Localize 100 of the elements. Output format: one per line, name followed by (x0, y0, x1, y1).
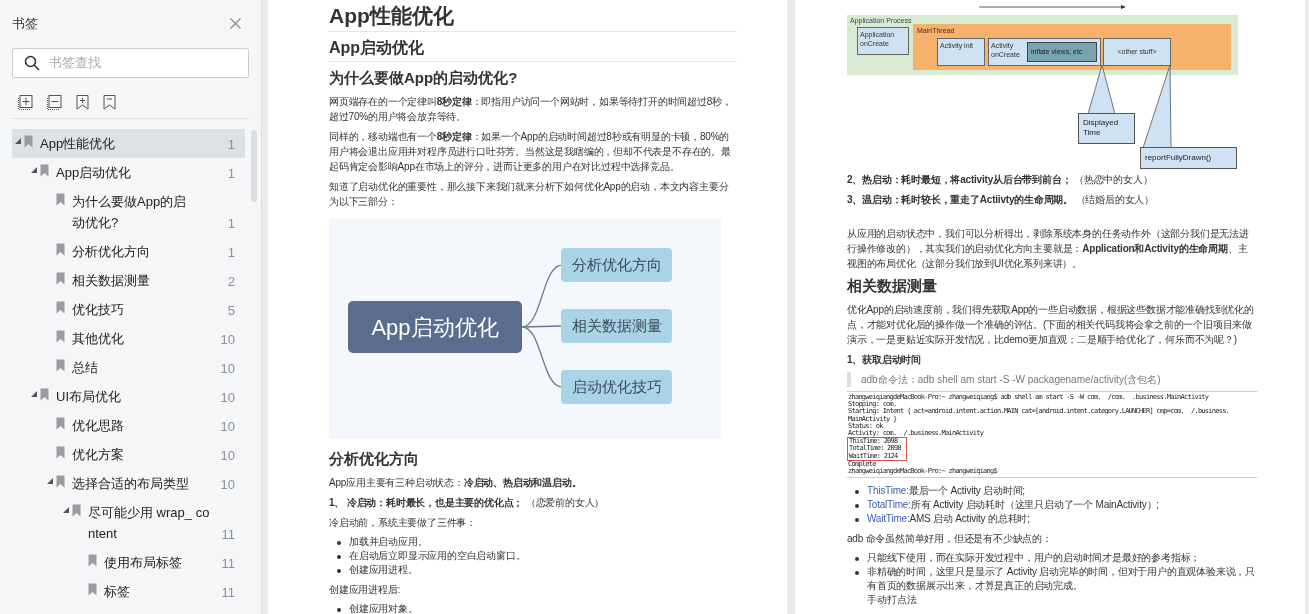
collapse-triangle-icon[interactable] (31, 390, 37, 397)
bookmark-title: 尽可能少用 wrap_ content (88, 503, 210, 543)
bookmark-icon (88, 582, 97, 596)
bookmark-title: 优化方案 (72, 445, 125, 464)
callout-box: reportFullyDrawn() (1140, 147, 1237, 169)
bookmark-item[interactable]: 优化技巧 5 (12, 294, 245, 324)
bullet-icon (337, 608, 341, 612)
bullet-icon (337, 541, 341, 545)
list-item: 创建应用进程。 (349, 563, 418, 577)
expand-all-icon[interactable] (18, 94, 33, 110)
bookmark-title: App性能优化 (40, 134, 117, 153)
bookmark-icon (72, 503, 81, 517)
close-icon[interactable] (230, 18, 241, 30)
page-number: 11 (221, 554, 236, 573)
panel-title: 书签 (12, 15, 38, 33)
bookmark-item[interactable]: 相关数据测量 2 (12, 265, 245, 295)
page-number: 2 (227, 272, 236, 291)
collapse-triangle-icon[interactable] (31, 166, 37, 173)
bullet-icon (855, 571, 859, 576)
quote-text: adb命令法：adb shell am start -S -W packagename/activity(含包名) (861, 373, 1162, 387)
bookmark-item[interactable]: 为什么要做App的启动优化? 1 (12, 186, 245, 237)
bookmark-item[interactable]: App性能优化 1 (12, 128, 245, 158)
callout-box: Displayed Time (1078, 113, 1135, 144)
paragraph: 1、获取启动时间 (847, 353, 922, 367)
bookmark-icon (56, 329, 65, 343)
collapse-all-icon[interactable] (47, 94, 62, 110)
subsection-heading: 相关数据测量 (847, 276, 938, 296)
scrollbar-thumb[interactable] (251, 130, 257, 202)
bookmark-icon (56, 300, 65, 314)
branch-node: 相关数据测量 (561, 309, 672, 343)
add-bookmark-icon[interactable] (76, 94, 89, 110)
bullet-icon (855, 557, 859, 562)
paragraph: adb 命令虽然简单好用，但还是有不少缺点的： (847, 532, 1053, 547)
paragraph: 同样的，移动端也有一个8秒定律：如果一个App的启动时间超过8秒或有明显的卡顿，80%的用户将会退出应用并对程序员进行口吐芬芳。当然这是我瞎编的，但却不代表是不存在的。最起码肯定会影响App在市场上的评分，进而让更多的用户在对比过程中选择竞品。 (329, 130, 732, 174)
paragraph: App应用主要有三种启动状态：冷启动、热启动和温启动。 (329, 476, 583, 490)
list-item: TotalTime:所有 Activity 启动耗时（这里只启动了一个 MainActivity）; (867, 498, 1159, 513)
bookmark-title: 分析优化方向 (72, 242, 151, 261)
list-item-note: 手动打点法 (867, 593, 918, 608)
collapse-triangle-icon[interactable] (15, 137, 21, 144)
page-number: 5 (227, 301, 236, 320)
branch-node: 分析优化方向 (561, 248, 672, 282)
bookmark-icon (56, 358, 65, 372)
bookmark-icon (40, 387, 49, 401)
bookmark-item[interactable]: 优化方案 10 (12, 439, 245, 469)
bookmark-title: 优化思路 (72, 416, 125, 435)
page-number: 10 (220, 446, 236, 465)
list-item: 加载并启动应用。 (349, 535, 428, 549)
bookmark-item[interactable]: 标签 11 (12, 576, 245, 606)
bookmark-icon (88, 553, 97, 567)
page-number: 10 (220, 475, 236, 494)
bookmark-title: 使用布局标签 (104, 553, 183, 572)
bullet-icon (855, 490, 859, 495)
search-field[interactable]: 书签查找 (12, 47, 249, 78)
bookmark-icon (40, 163, 49, 177)
collapse-triangle-icon[interactable] (47, 477, 53, 484)
page-number: 1 (227, 243, 236, 262)
paragraph: 网页端存在的一个定律叫8秒定律：即指用户访问一个网站时，如果等待打开的时间超过8秒，超过70%的用户将会放弃等待。 (329, 95, 733, 124)
paragraph: 3、温启动：耗时较长，重走了Actiivty的生命周期。 （结婚后的女人） (847, 193, 1156, 207)
bookmark-icon (56, 242, 65, 256)
page-number: 1 (227, 164, 236, 183)
subsection-heading: 分析优化方向 (329, 449, 420, 469)
list-item: WaitTime:AMS 启动 Activity 的总耗时; (867, 512, 1030, 527)
bookmark-item[interactable]: 总结 10 (12, 352, 245, 382)
paragraph: 1、 冷启动：耗时最长，也是主要的优化点； （恋爱前的女人） (329, 496, 606, 510)
list-item: 在启动后立即显示应用的空白启动窗口。 (349, 549, 526, 563)
section-heading: App启动优化 (329, 38, 426, 58)
central-node: App启动优化 (348, 301, 522, 353)
paragraph: 创建应用进程后: (329, 583, 402, 597)
list-item: ThisTime:最后一个 Activity 启动时间; (867, 484, 1025, 499)
bookmark-title: UI布局优化 (56, 387, 122, 406)
bookmark-outline-icon[interactable] (103, 94, 116, 110)
bookmark-item[interactable]: 尽可能少用 wrap_ content 11 (12, 497, 245, 548)
subsection-heading: 为什么要做App的启动优化? (329, 68, 519, 88)
page-number: 1 (227, 214, 236, 233)
bookmark-item[interactable]: 分析优化方向 1 (12, 236, 245, 266)
bookmark-icon (56, 474, 65, 488)
list-item: 非精确的时间，这里只是显示了 Activity 启动完毕的时间，但对于用户的直观体验来说，只有首页的数据展示出来，才算是真正的启动完成。 (867, 565, 1257, 594)
paragraph: 知道了启动优化的重要性，那么接下来我们就来分析下如何优化App的启动，本文内容主要分为以下三部分： (329, 180, 730, 209)
list-item: 只能线下使用，而在实际开发过程中，用户的启动时间才是最好的参考指标； (867, 551, 1201, 566)
bookmark-item[interactable]: App启动优化 1 (12, 157, 245, 187)
paragraph: 冷启动前，系统主要做了三件事： (329, 516, 477, 530)
page-number: 11 (221, 525, 236, 544)
bullet-icon (337, 569, 341, 573)
bookmark-title: 总结 (72, 358, 99, 377)
search-icon (24, 54, 40, 71)
bookmark-item[interactable]: 选择合适的布局类型 10 (12, 468, 245, 498)
bookmark-icon (24, 134, 33, 148)
bookmark-icon (56, 445, 65, 459)
bookmark-item[interactable]: 优化思路 10 (12, 410, 245, 440)
bookmark-title: 为什么要做App的启动优化? (72, 192, 188, 232)
paragraph: 2、热启动：耗时最短，将activity从后台带到前台； （热恋中的女人） (847, 173, 1154, 187)
collapse-triangle-icon[interactable] (63, 506, 69, 513)
list-item: 创建应用对象。 (349, 602, 418, 614)
page-heading: App性能优化 (329, 3, 455, 29)
bookmark-item[interactable]: 使用布局标签 11 (12, 547, 245, 577)
branch-node: 启动优化技巧 (561, 370, 672, 404)
bookmark-title: 优化技巧 (72, 300, 125, 319)
page-number: 10 (220, 330, 236, 349)
bookmark-item[interactable]: UI布局优化 10 (12, 381, 245, 411)
bookmark-item[interactable]: 其他优化 10 (12, 323, 245, 353)
